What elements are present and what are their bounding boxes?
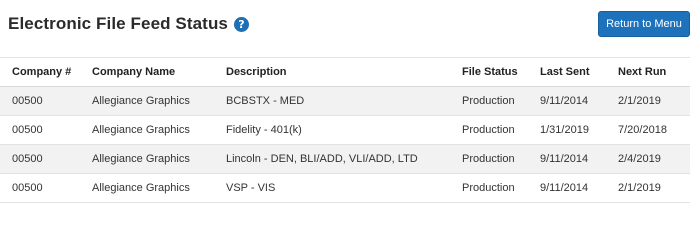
cell-file-status: Production [462, 95, 515, 107]
cell-file-status: Production [462, 124, 515, 136]
table-row[interactable]: 00500 Allegiance Graphics Lincoln - DEN,… [0, 144, 690, 174]
cell-file-status: Production [462, 182, 515, 194]
column-header-company-no[interactable]: Company # [0, 57, 80, 87]
cell-last-sent: 9/11/2014 [540, 182, 589, 194]
table-header-row: Company # Company Name Description File … [0, 57, 690, 87]
page-title: Electronic File Feed Status [8, 14, 228, 33]
cell-company-no: 00500 [12, 124, 43, 136]
column-header-company-name[interactable]: Company Name [80, 57, 214, 87]
cell-company-name: Allegiance Graphics [92, 182, 190, 194]
cell-last-sent: 1/31/2019 [540, 124, 589, 136]
cell-next-run: 2/1/2019 [618, 95, 661, 107]
cell-description: Lincoln - DEN, BLI/ADD, VLI/ADD, LTD [226, 153, 418, 165]
cell-description: BCBSTX - MED [226, 95, 305, 107]
return-to-menu-button[interactable]: Return to Menu [598, 11, 690, 37]
cell-next-run: 2/1/2019 [618, 182, 661, 194]
cell-next-run: 7/20/2018 [618, 124, 667, 136]
cell-company-name: Allegiance Graphics [92, 153, 190, 165]
cell-company-no: 00500 [12, 95, 43, 107]
cell-last-sent: 9/11/2014 [540, 153, 589, 165]
cell-company-no: 00500 [12, 182, 43, 194]
column-header-last-sent[interactable]: Last Sent [528, 57, 606, 87]
cell-last-sent: 9/11/2014 [540, 95, 589, 107]
cell-company-name: Allegiance Graphics [92, 95, 190, 107]
help-icon[interactable]: ? [233, 16, 249, 32]
page-title-wrap: Electronic File Feed Status ? [8, 14, 249, 34]
cell-description: Fidelity - 401(k) [226, 124, 302, 136]
cell-company-no: 00500 [12, 153, 43, 165]
column-header-next-run[interactable]: Next Run [606, 57, 690, 87]
file-feed-table: Company # Company Name Description File … [0, 57, 690, 203]
cell-company-name: Allegiance Graphics [92, 124, 190, 136]
column-header-file-status[interactable]: File Status [450, 57, 528, 87]
cell-next-run: 2/4/2019 [618, 153, 661, 165]
column-header-description[interactable]: Description [214, 57, 450, 87]
cell-file-status: Production [462, 153, 515, 165]
table-row[interactable]: 00500 Allegiance Graphics BCBSTX - MED P… [0, 86, 690, 116]
table-row[interactable]: 00500 Allegiance Graphics Fidelity - 401… [0, 116, 690, 145]
table-row[interactable]: 00500 Allegiance Graphics VSP - VIS Prod… [0, 174, 690, 203]
page-header: Electronic File Feed Status ? Return to … [0, 0, 696, 50]
cell-description: VSP - VIS [226, 182, 276, 194]
